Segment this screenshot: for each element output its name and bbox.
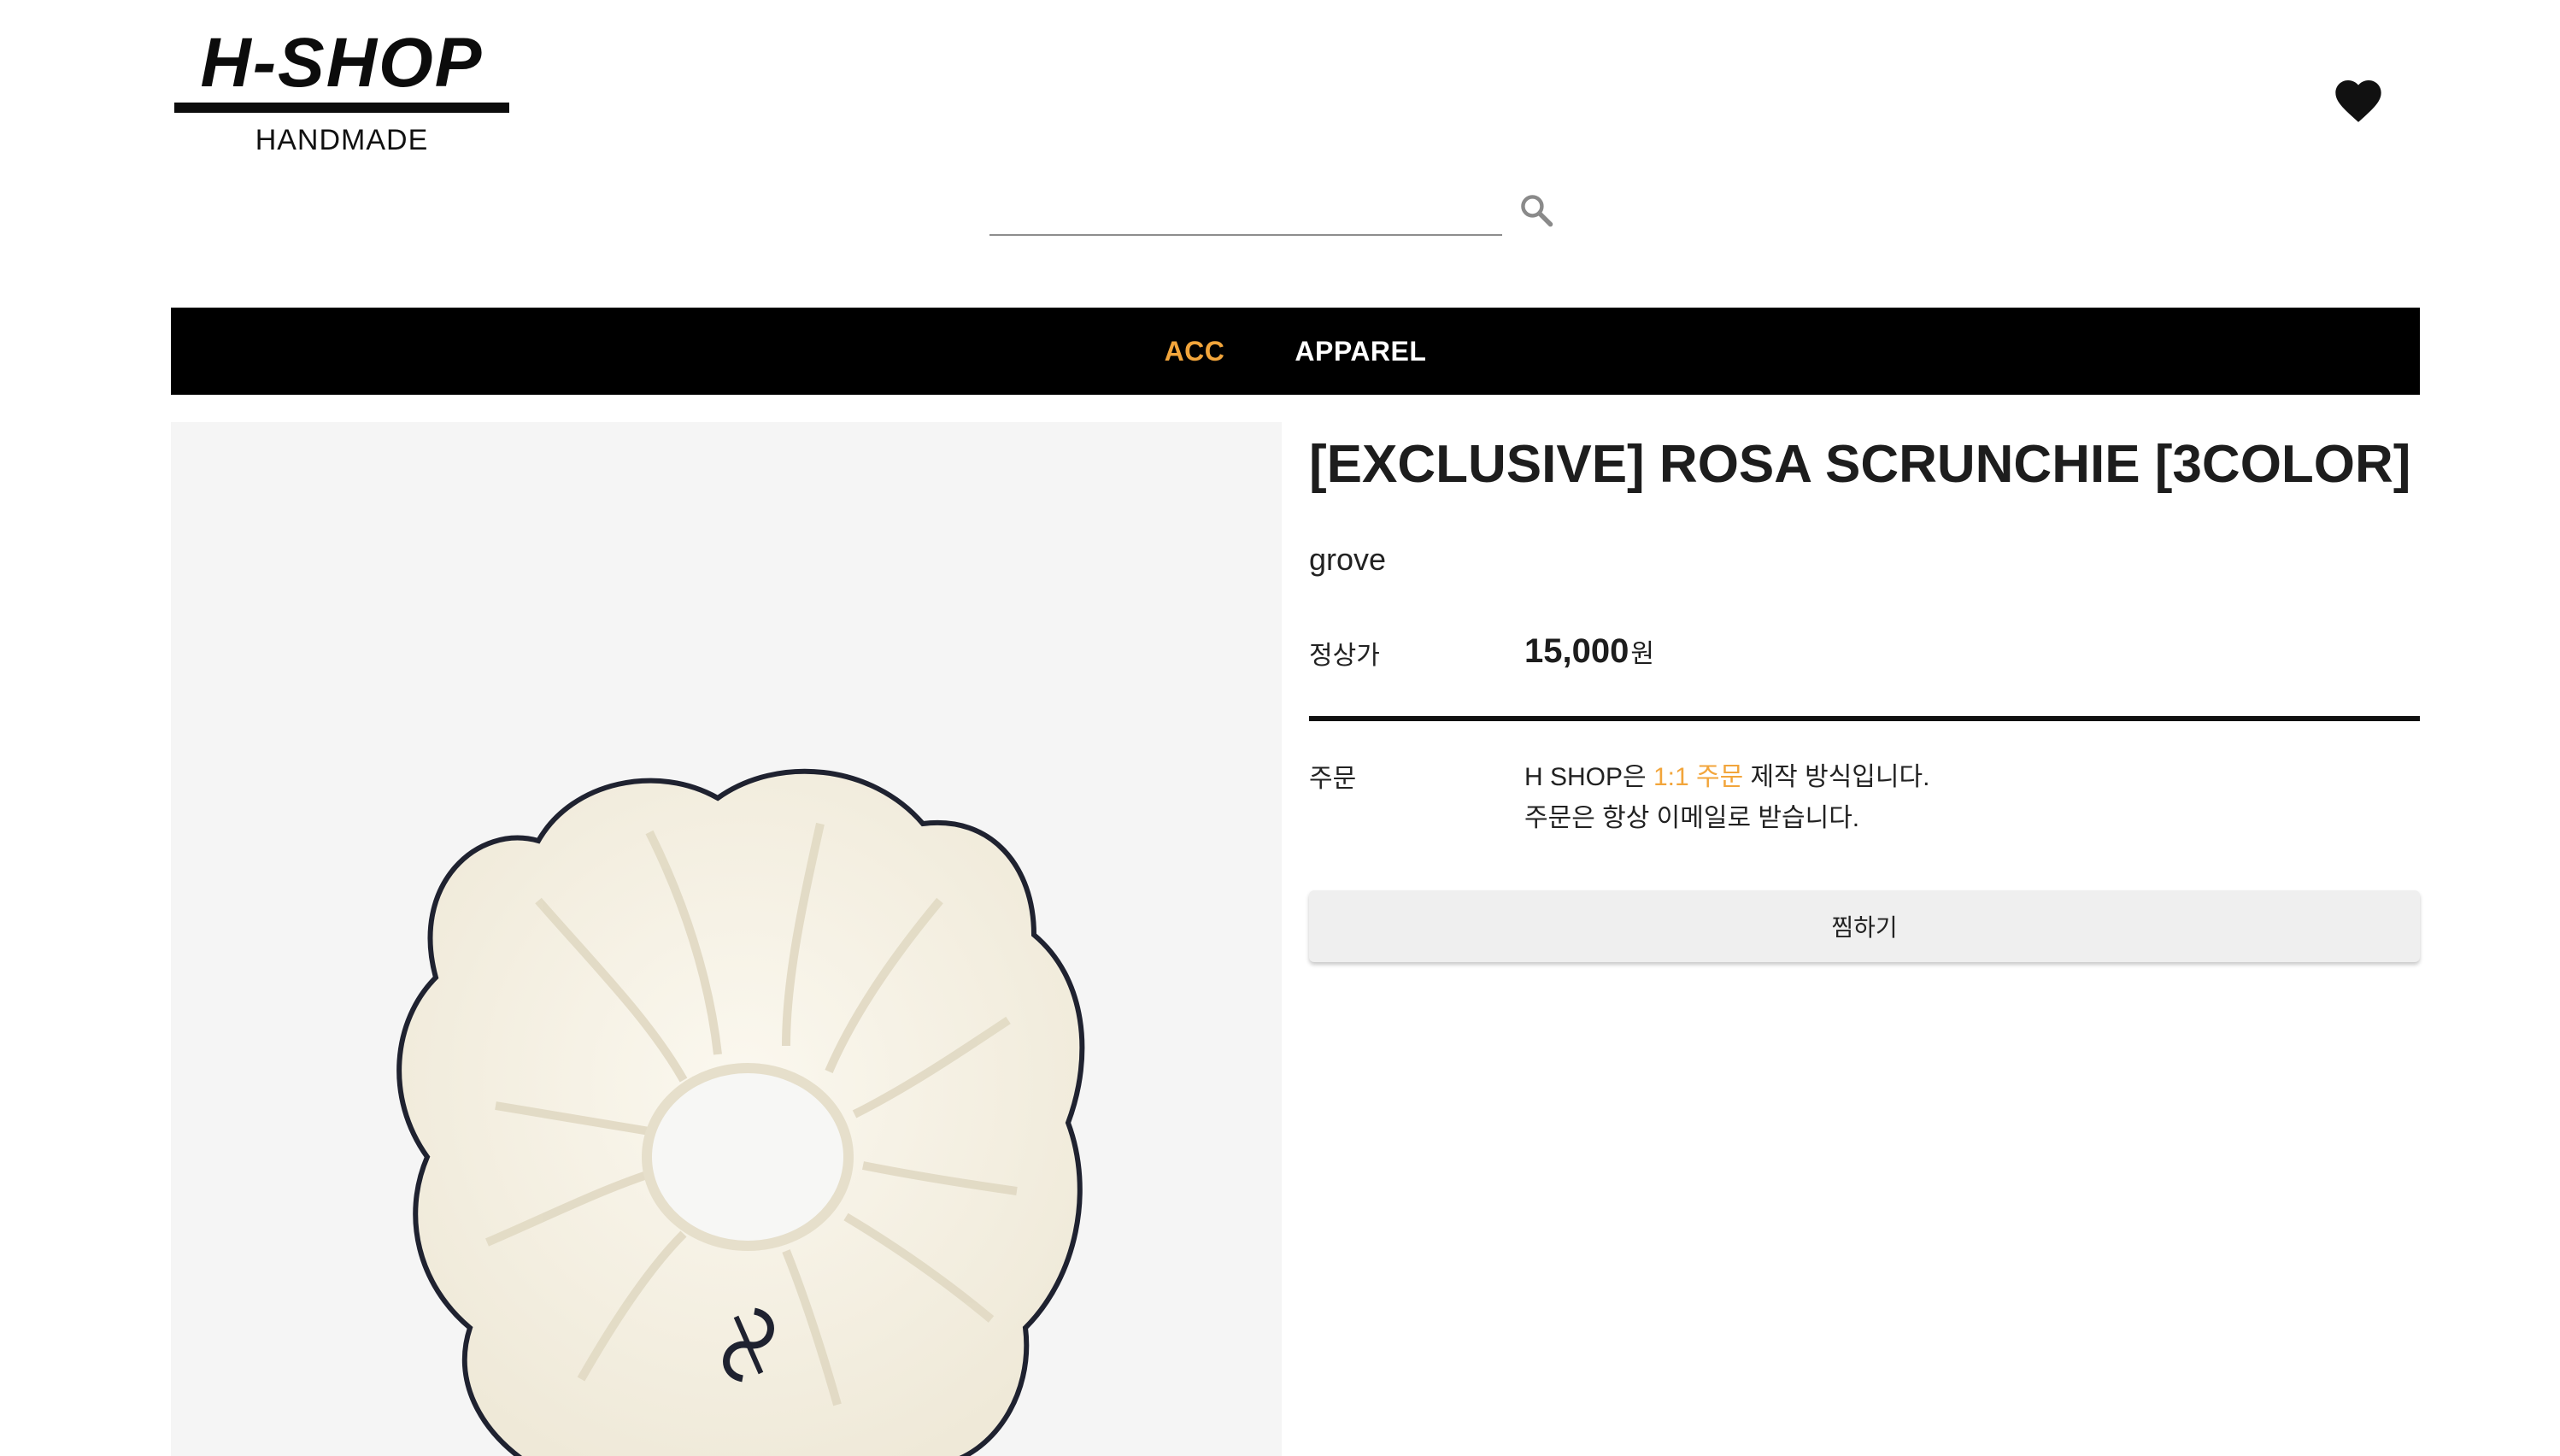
logo[interactable]: H-SHOP HANDMADE <box>174 24 509 161</box>
order-highlight: 1:1 주문 <box>1653 763 1744 791</box>
order-line-1-pre: H SHOP은 <box>1524 763 1653 791</box>
product-image <box>171 422 1282 1456</box>
price-label: 정상가 <box>1309 642 1380 670</box>
product-brand: grove <box>1309 542 1387 577</box>
price-value: 15,000 <box>1524 632 1629 670</box>
logo-title: H-SHOP <box>200 24 484 102</box>
search-input[interactable] <box>989 176 1502 236</box>
search-bar <box>989 176 1571 239</box>
order-line-2: 주문은 항상 이메일로 받습니다. <box>1524 804 1860 832</box>
price-unit: 원 <box>1630 640 1654 668</box>
order-info: H SHOP은 1:1 주문 제작 방식입니다. 주문은 항상 이메일로 받습니… <box>1524 757 1929 839</box>
order-line-1-post: 제작 방식입니다. <box>1743 763 1930 791</box>
wishlist-button[interactable]: 찜하기 <box>1309 890 2420 962</box>
search-icon[interactable] <box>1518 191 1555 229</box>
nav-item-apparel[interactable]: APPAREL <box>1295 336 1426 367</box>
logo-underline <box>174 103 509 113</box>
logo-subtitle: HANDMADE <box>255 124 429 156</box>
product-title: [EXCLUSIVE] ROSA SCRUNCHIE [3COLOR] <box>1309 435 2411 494</box>
category-nav: ACC APPAREL <box>171 308 2420 395</box>
scrunchie-illustration <box>396 768 1085 1456</box>
product-price: 15,000원 <box>1524 632 1654 671</box>
wishlist-heart-icon[interactable] <box>2331 73 2386 128</box>
divider <box>1309 716 2420 721</box>
order-line-1: H SHOP은 1:1 주문 제작 방식입니다. <box>1524 757 1929 798</box>
order-label: 주문 <box>1309 765 1357 793</box>
nav-item-acc[interactable]: ACC <box>1165 336 1225 367</box>
